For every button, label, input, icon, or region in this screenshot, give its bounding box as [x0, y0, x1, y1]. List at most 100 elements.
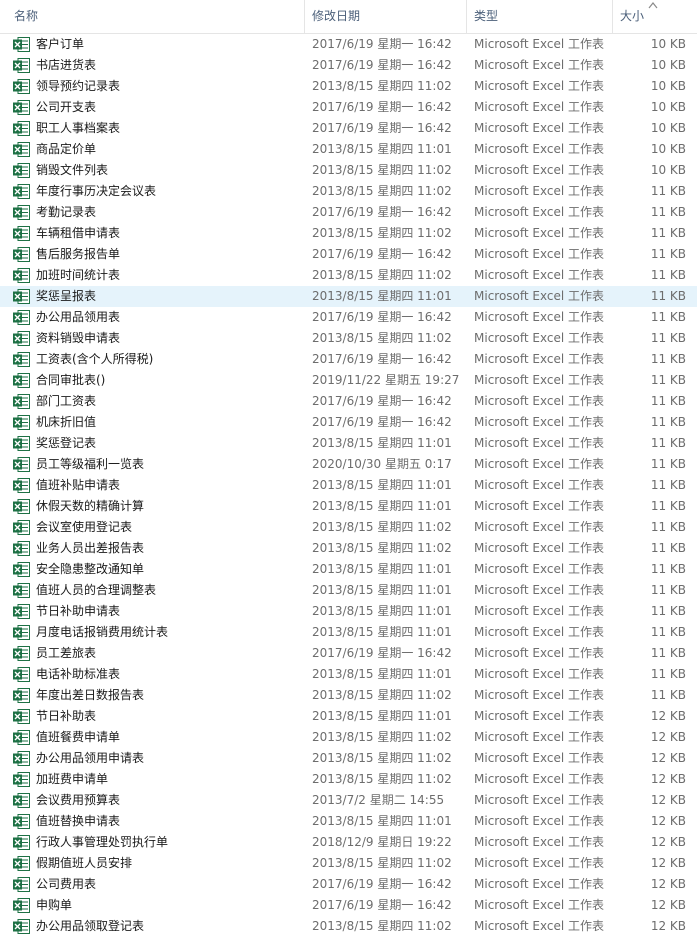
- file-row[interactable]: 加班费申请单 2013/8/15 星期四 11:02 Microsoft Exc…: [0, 769, 697, 790]
- file-row[interactable]: 资料销毁申请表 2013/8/15 星期四 11:02 Microsoft Ex…: [0, 328, 697, 349]
- file-size: 11 KB: [650, 625, 686, 639]
- file-row[interactable]: 售后服务报告单 2017/6/19 星期一 16:42 Microsoft Ex…: [0, 244, 697, 265]
- excel-file-icon: [13, 583, 30, 598]
- file-size: 10 KB: [650, 163, 686, 177]
- file-row[interactable]: 值班补贴申请表 2013/8/15 星期四 11:01 Microsoft Ex…: [0, 475, 697, 496]
- file-type: Microsoft Excel 工作表: [474, 625, 605, 639]
- file-modified-date: 2017/6/19 星期一 16:42: [312, 37, 452, 51]
- file-type: Microsoft Excel 工作表: [474, 583, 605, 597]
- column-header-date[interactable]: 修改日期: [304, 0, 466, 33]
- file-modified-date: 2017/6/19 星期一 16:42: [312, 247, 452, 261]
- file-size: 12 KB: [650, 751, 686, 765]
- file-row[interactable]: 车辆租借申请表 2013/8/15 星期四 11:02 Microsoft Ex…: [0, 223, 697, 244]
- file-type: Microsoft Excel 工作表: [474, 835, 605, 849]
- file-row[interactable]: 安全隐患整改通知单 2013/8/15 星期四 11:01 Microsoft …: [0, 559, 697, 580]
- file-row[interactable]: 公司开支表 2017/6/19 星期一 16:42 Microsoft Exce…: [0, 97, 697, 118]
- file-row[interactable]: 领导预约记录表 2013/8/15 星期四 11:02 Microsoft Ex…: [0, 76, 697, 97]
- file-size: 11 KB: [650, 436, 686, 450]
- file-size: 11 KB: [650, 583, 686, 597]
- file-row[interactable]: 办公用品领用申请表 2013/8/15 星期四 11:02 Microsoft …: [0, 748, 697, 769]
- column-header-type[interactable]: 类型: [466, 0, 612, 33]
- file-size: 11 KB: [650, 688, 686, 702]
- file-row[interactable]: 假期值班人员安排 2013/8/15 星期四 11:02 Microsoft E…: [0, 853, 697, 874]
- excel-file-icon: [13, 163, 30, 178]
- file-row[interactable]: 奖惩登记表 2013/8/15 星期四 11:01 Microsoft Exce…: [0, 433, 697, 454]
- file-size: 11 KB: [650, 226, 686, 240]
- file-row[interactable]: 奖惩呈报表 2013/8/15 星期四 11:01 Microsoft Exce…: [0, 286, 697, 307]
- file-modified-date: 2017/6/19 星期一 16:42: [312, 58, 452, 72]
- file-row[interactable]: 客户订单 2017/6/19 星期一 16:42 Microsoft Excel…: [0, 34, 697, 55]
- file-modified-date: 2019/11/22 星期五 19:27: [312, 373, 460, 387]
- file-row[interactable]: 工资表(含个人所得税) 2017/6/19 星期一 16:42 Microsof…: [0, 349, 697, 370]
- excel-file-icon: [13, 751, 30, 766]
- file-size: 12 KB: [650, 730, 686, 744]
- file-type: Microsoft Excel 工作表: [474, 121, 605, 135]
- file-size: 11 KB: [650, 478, 686, 492]
- file-row[interactable]: 加班时间统计表 2013/8/15 星期四 11:02 Microsoft Ex…: [0, 265, 697, 286]
- file-row[interactable]: 值班人员的合理调整表 2013/8/15 星期四 11:01 Microsoft…: [0, 580, 697, 601]
- file-size: 11 KB: [650, 667, 686, 681]
- file-row[interactable]: 公司费用表 2017/6/19 星期一 16:42 Microsoft Exce…: [0, 874, 697, 895]
- file-row[interactable]: 考勤记录表 2017/6/19 星期一 16:42 Microsoft Exce…: [0, 202, 697, 223]
- excel-file-icon: [13, 793, 30, 808]
- column-header-name[interactable]: 名称: [6, 0, 304, 33]
- excel-file-icon: [13, 394, 30, 409]
- file-name: 销毁文件列表: [36, 163, 109, 177]
- file-name: 加班费申请单: [36, 772, 109, 786]
- file-modified-date: 2013/8/15 星期四 11:02: [312, 520, 452, 534]
- file-row[interactable]: 商品定价单 2013/8/15 星期四 11:01 Microsoft Exce…: [0, 139, 697, 160]
- file-row[interactable]: 节日补助表 2013/8/15 星期四 11:01 Microsoft Exce…: [0, 706, 697, 727]
- file-row[interactable]: 节日补助申请表 2013/8/15 星期四 11:01 Microsoft Ex…: [0, 601, 697, 622]
- file-row[interactable]: 年度行事历决定会议表 2013/8/15 星期四 11:02 Microsoft…: [0, 181, 697, 202]
- file-size: 11 KB: [650, 331, 686, 345]
- file-row[interactable]: 年度出差日数报告表 2013/8/15 星期四 11:02 Microsoft …: [0, 685, 697, 706]
- file-size: 12 KB: [650, 709, 686, 723]
- file-size: 11 KB: [650, 562, 686, 576]
- file-size: 10 KB: [650, 121, 686, 135]
- file-row[interactable]: 值班替换申请表 2013/8/15 星期四 11:01 Microsoft Ex…: [0, 811, 697, 832]
- file-type: Microsoft Excel 工作表: [474, 499, 605, 513]
- file-type: Microsoft Excel 工作表: [474, 79, 605, 93]
- excel-file-icon: [13, 541, 30, 556]
- file-row[interactable]: 机床折旧值 2017/6/19 星期一 16:42 Microsoft Exce…: [0, 412, 697, 433]
- file-row[interactable]: 合同审批表() 2019/11/22 星期五 19:27 Microsoft E…: [0, 370, 697, 391]
- excel-file-icon: [13, 415, 30, 430]
- file-modified-date: 2013/8/15 星期四 11:02: [312, 541, 452, 555]
- file-row[interactable]: 部门工资表 2017/6/19 星期一 16:42 Microsoft Exce…: [0, 391, 697, 412]
- file-row[interactable]: 办公用品领取登记表 2013/8/15 星期四 11:02 Microsoft …: [0, 916, 697, 937]
- excel-file-icon: [13, 625, 30, 640]
- file-type: Microsoft Excel 工作表: [474, 394, 605, 408]
- excel-file-icon: [13, 898, 30, 913]
- file-row[interactable]: 电话补助标准表 2013/8/15 星期四 11:01 Microsoft Ex…: [0, 664, 697, 685]
- file-size: 12 KB: [650, 877, 686, 891]
- file-modified-date: 2017/6/19 星期一 16:42: [312, 877, 452, 891]
- file-row[interactable]: 会议费用预算表 2013/7/2 星期二 14:55 Microsoft Exc…: [0, 790, 697, 811]
- file-row[interactable]: 值班餐费申请单 2013/8/15 星期四 11:02 Microsoft Ex…: [0, 727, 697, 748]
- file-name: 合同审批表(): [36, 373, 106, 387]
- file-row[interactable]: 书店进货表 2017/6/19 星期一 16:42 Microsoft Exce…: [0, 55, 697, 76]
- file-modified-date: 2013/8/15 星期四 11:01: [312, 436, 452, 450]
- file-row[interactable]: 员工差旅表 2017/6/19 星期一 16:42 Microsoft Exce…: [0, 643, 697, 664]
- file-type: Microsoft Excel 工作表: [474, 100, 605, 114]
- file-type: Microsoft Excel 工作表: [474, 604, 605, 618]
- file-modified-date: 2013/8/15 星期四 11:02: [312, 268, 452, 282]
- file-row[interactable]: 职工人事档案表 2017/6/19 星期一 16:42 Microsoft Ex…: [0, 118, 697, 139]
- file-row[interactable]: 会议室使用登记表 2013/8/15 星期四 11:02 Microsoft E…: [0, 517, 697, 538]
- file-size: 11 KB: [650, 520, 686, 534]
- file-row[interactable]: 行政人事管理处罚执行单 2018/12/9 星期日 19:22 Microsof…: [0, 832, 697, 853]
- file-size: 12 KB: [650, 772, 686, 786]
- file-row[interactable]: 申购单 2017/6/19 星期一 16:42 Microsoft Excel …: [0, 895, 697, 916]
- file-row[interactable]: 休假天数的精确计算 2013/8/15 星期四 11:01 Microsoft …: [0, 496, 697, 517]
- file-row[interactable]: 员工等级福利一览表 2020/10/30 星期五 0:17 Microsoft …: [0, 454, 697, 475]
- file-row[interactable]: 月度电话报销费用统计表 2013/8/15 星期四 11:01 Microsof…: [0, 622, 697, 643]
- excel-file-icon: [13, 646, 30, 661]
- file-name: 公司开支表: [36, 100, 97, 114]
- file-row[interactable]: 办公用品领用表 2017/6/19 星期一 16:42 Microsoft Ex…: [0, 307, 697, 328]
- file-row[interactable]: 销毁文件列表 2013/8/15 星期四 11:02 Microsoft Exc…: [0, 160, 697, 181]
- file-modified-date: 2013/8/15 星期四 11:02: [312, 226, 452, 240]
- file-name: 奖惩登记表: [36, 436, 97, 450]
- file-row[interactable]: 业务人员出差报告表 2013/8/15 星期四 11:02 Microsoft …: [0, 538, 697, 559]
- file-name: 工资表(含个人所得税): [36, 352, 154, 366]
- file-modified-date: 2017/6/19 星期一 16:42: [312, 310, 452, 324]
- file-modified-date: 2017/6/19 星期一 16:42: [312, 100, 452, 114]
